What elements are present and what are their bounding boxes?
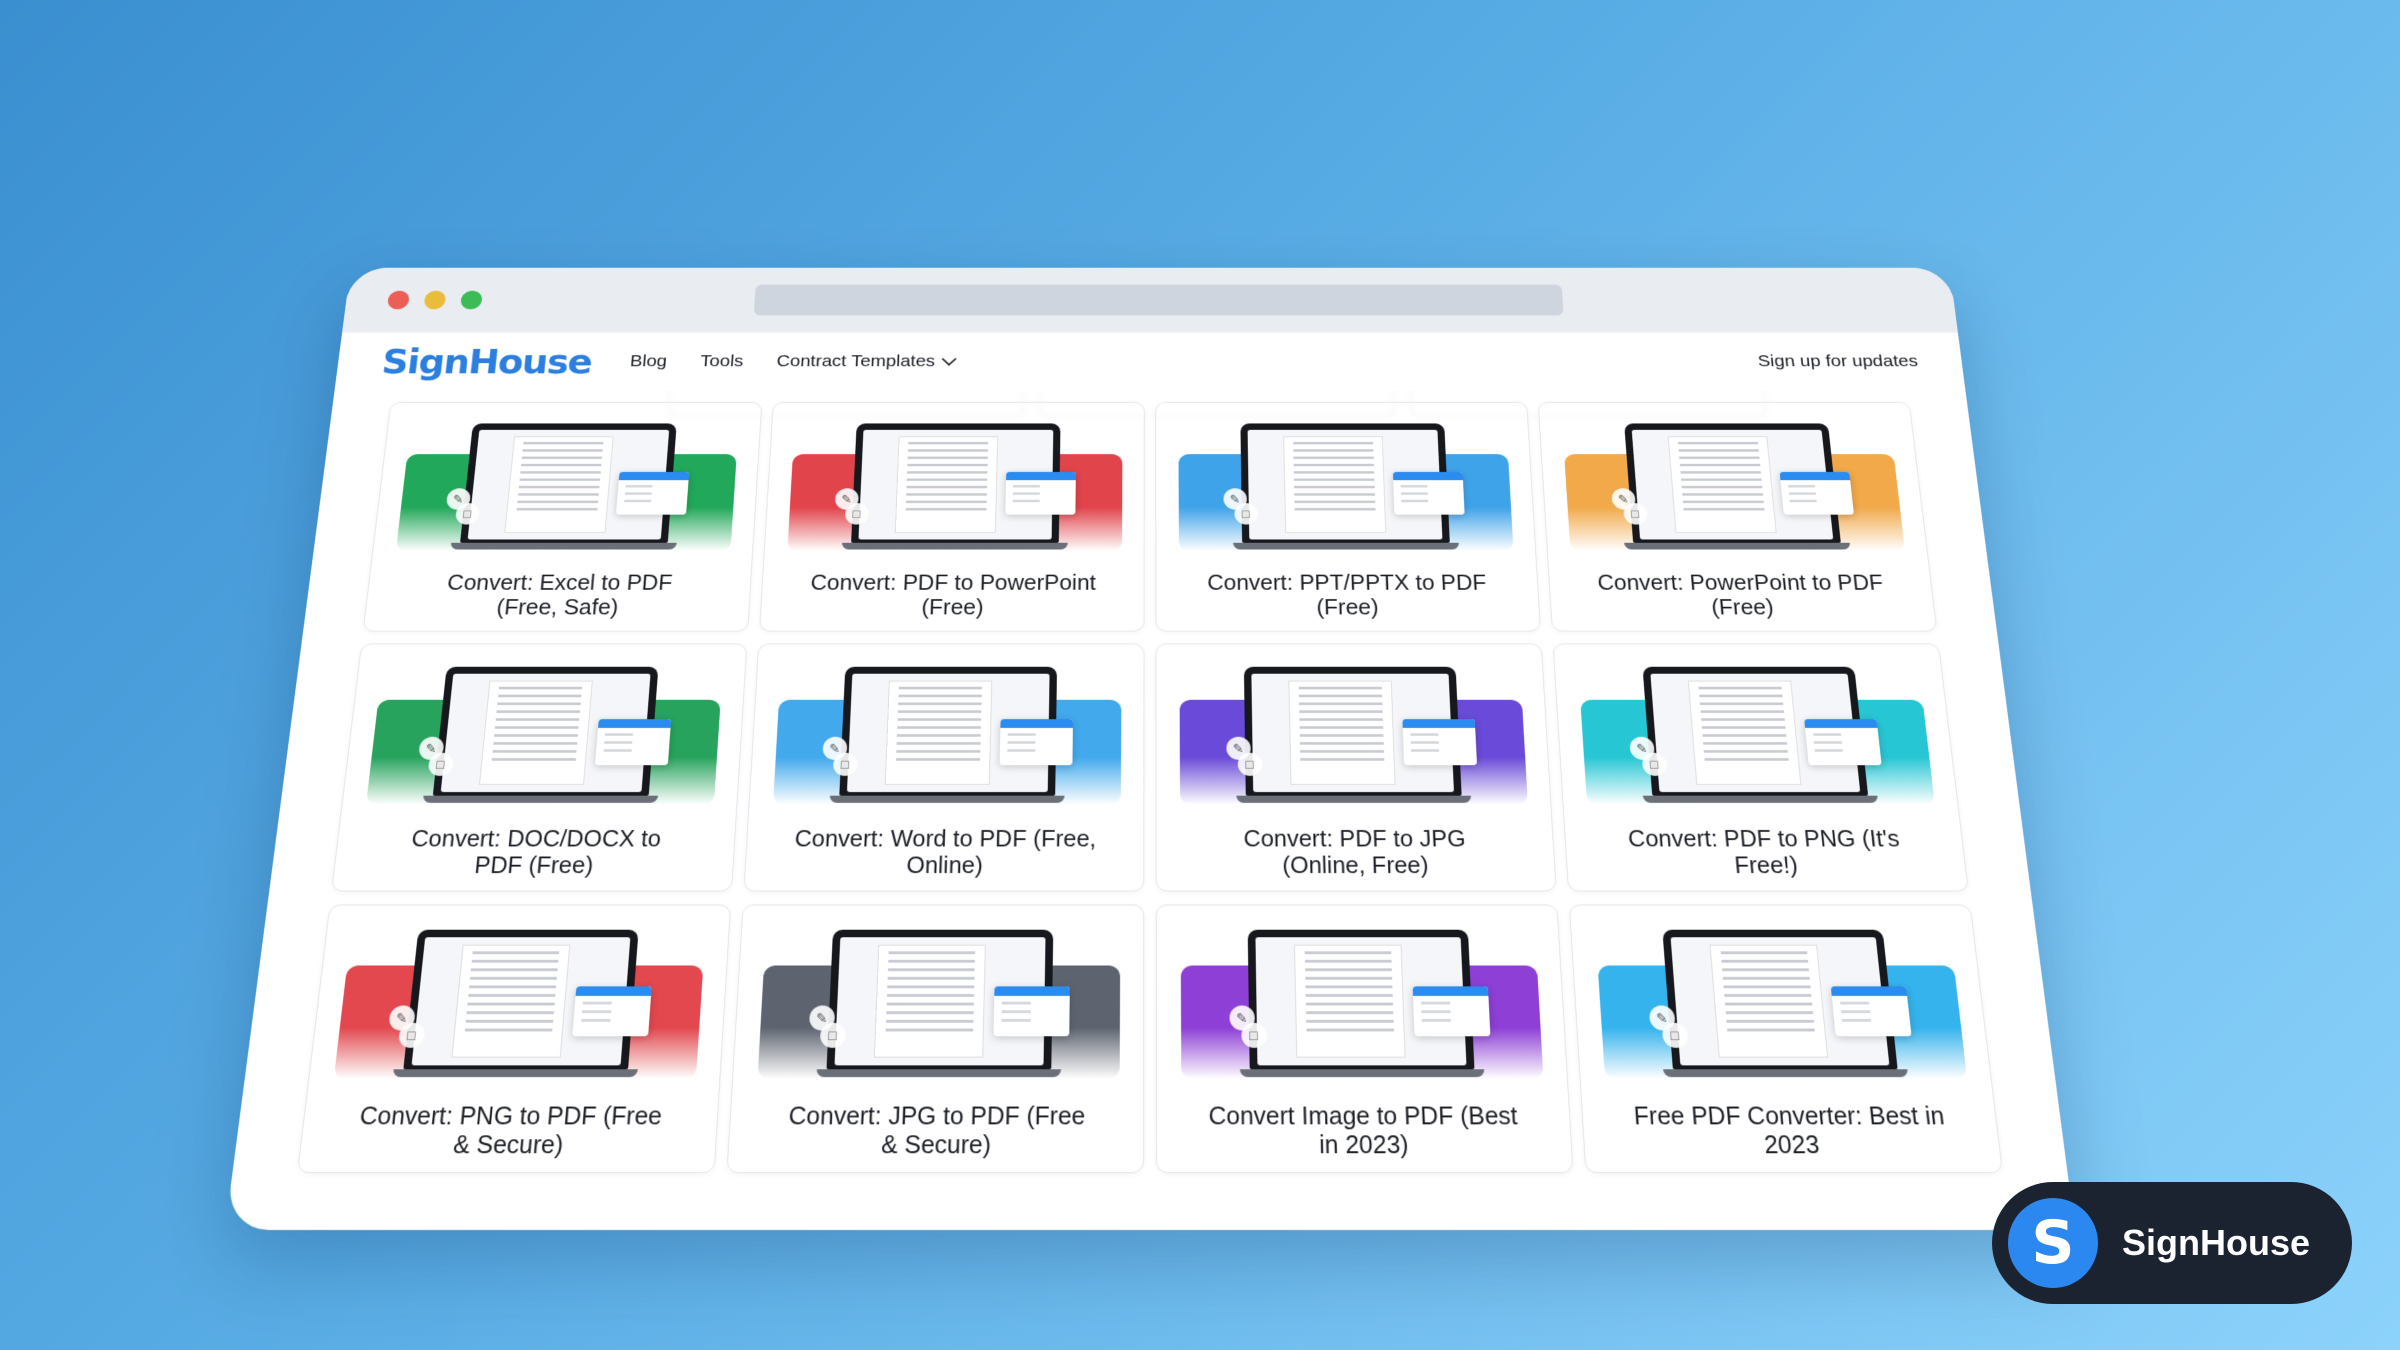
chevron-down-icon (942, 352, 957, 365)
convert-menu-popup (1412, 986, 1490, 1036)
card-title: Convert: PNG to PDF (Free & Secure) (348, 1103, 669, 1161)
convert-menu-popup (594, 719, 670, 765)
laptop-base (450, 543, 676, 550)
convert-menu-popup (572, 986, 652, 1036)
converter-card[interactable]: ✎ □ Free PDF Converter: Best in 2023 (1569, 905, 2003, 1174)
card-title: Free PDF Converter: Best in 2023 (1631, 1103, 1952, 1161)
document-icon: □ (1237, 753, 1262, 776)
convert-menu-popup (1804, 719, 1881, 765)
card-title: Convert: PDF to JPG (Online, Free) (1203, 826, 1508, 879)
card-thumbnail: ✎ □ (1180, 930, 1543, 1083)
laptop-base (1239, 1069, 1484, 1077)
card-title: Convert: JPG to PDF (Free & Secure) (777, 1103, 1094, 1161)
converter-card[interactable]: ✎ □ Convert: PDF to PNG (It's Free!) (1553, 643, 1969, 891)
card-title: Convert: Excel to PDF (Free, Safe) (410, 571, 706, 620)
signup-updates-link[interactable]: Sign up for updates (1757, 352, 1919, 371)
signhouse-s-icon: S (2008, 1198, 2098, 1288)
converter-card[interactable]: ✎ □ Convert: PDF to JPG (Online, Free) (1156, 643, 1557, 891)
convert-menu-popup (1779, 472, 1853, 515)
browser-toolbar (342, 268, 1958, 334)
card-thumbnail: ✎ □ (1595, 930, 1967, 1083)
converter-card[interactable]: ✎ □ Convert: Word to PDF (Free, Online) (743, 643, 1144, 891)
signhouse-logo[interactable]: SignHouse (380, 342, 593, 381)
laptop-base (1233, 543, 1459, 550)
convert-menu-popup (999, 719, 1072, 765)
convert-menu-popup (1392, 472, 1464, 515)
convert-menu-popup (993, 986, 1069, 1036)
signhouse-watermark-badge: S SignHouse (1992, 1182, 2352, 1304)
card-thumbnail: ✎ □ (772, 667, 1121, 808)
card-title: Convert: DOC/DOCX to PDF (Free) (381, 826, 689, 879)
laptop-base (422, 796, 657, 803)
card-thumbnail: ✎ □ (1578, 667, 1935, 808)
maximize-window-button[interactable] (460, 291, 483, 310)
browser-stage: SignHouse Blog Tools Contract Templates … (225, 140, 2075, 1230)
laptop-base (1663, 1069, 1908, 1077)
laptop-base (1236, 796, 1471, 803)
converter-card[interactable]: ✎ □ Convert: PowerPoint to PDF (Free) (1538, 402, 1938, 632)
contract-templates-label: Contract Templates (776, 352, 935, 371)
laptop-base (829, 796, 1064, 803)
card-thumbnail: ✎ □ (395, 423, 738, 554)
card-thumbnail: ✎ □ (1178, 423, 1513, 554)
card-title: Convert: PDF to PowerPoint (Free) (806, 571, 1099, 620)
card-title: Convert: PPT/PPTX to PDF (Free) (1201, 571, 1494, 620)
document-icon: □ (1234, 503, 1258, 524)
converter-card[interactable]: ✎ □ Convert: PNG to PDF (Free & Secure) (297, 905, 731, 1174)
converter-card[interactable]: ✎ □ Convert: Excel to PDF (Free, Safe) (363, 402, 763, 632)
card-thumbnail: ✎ □ (1179, 667, 1528, 808)
laptop-base (1624, 543, 1850, 550)
nav-tools-link[interactable]: Tools (700, 352, 744, 371)
card-thumbnail: ✎ □ (1562, 423, 1905, 554)
card-thumbnail: ✎ □ (365, 667, 722, 808)
address-bar[interactable] (754, 285, 1564, 316)
convert-menu-popup (1402, 719, 1477, 765)
close-window-button[interactable] (387, 291, 410, 310)
converter-card[interactable]: ✎ □ Convert: PPT/PPTX to PDF (Free) (1155, 402, 1541, 632)
nav-blog-link[interactable]: Blog (629, 352, 667, 371)
browser-window: SignHouse Blog Tools Contract Templates … (225, 268, 2075, 1230)
convert-menu-popup (615, 472, 688, 515)
card-title: Convert Image to PDF (Best in 2023) (1205, 1103, 1522, 1161)
card-title: Convert: Word to PDF (Free, Online) (792, 826, 1097, 879)
card-thumbnail: ✎ □ (333, 930, 705, 1083)
card-title: Convert: PowerPoint to PDF (Free) (1594, 571, 1890, 620)
converter-card[interactable]: ✎ □ Convert: PDF to PowerPoint (Free) (759, 402, 1145, 632)
convert-menu-popup (1005, 472, 1076, 515)
laptop-base (1642, 796, 1877, 803)
converter-card[interactable]: ✎ □ Convert: DOC/DOCX to PDF (Free) (331, 643, 747, 891)
badge-label: SignHouse (2122, 1222, 2310, 1264)
convert-menu-popup (1830, 986, 1911, 1036)
converter-card[interactable]: ✎ □ Convert: JPG to PDF (Free & Secure) (726, 905, 1144, 1174)
card-thumbnail: ✎ □ (787, 423, 1122, 554)
nav-contract-templates-dropdown[interactable]: Contract Templates (776, 352, 955, 371)
card-thumbnail: ✎ □ (757, 930, 1120, 1083)
converter-card-grid: ✎ □ Convert: Excel to PDF (Free, Safe) ✎… (297, 402, 2003, 1173)
laptop-base (841, 543, 1067, 550)
card-title: Convert: PDF to PNG (It's Free!) (1612, 826, 1920, 879)
laptop-base (392, 1069, 637, 1077)
minimize-window-button[interactable] (423, 291, 446, 310)
site-nav: SignHouse Blog Tools Contract Templates … (335, 333, 1966, 391)
laptop-base (816, 1069, 1061, 1077)
converter-card[interactable]: ✎ □ Convert Image to PDF (Best in 2023) (1156, 905, 1574, 1174)
document-icon: □ (1241, 1023, 1267, 1048)
